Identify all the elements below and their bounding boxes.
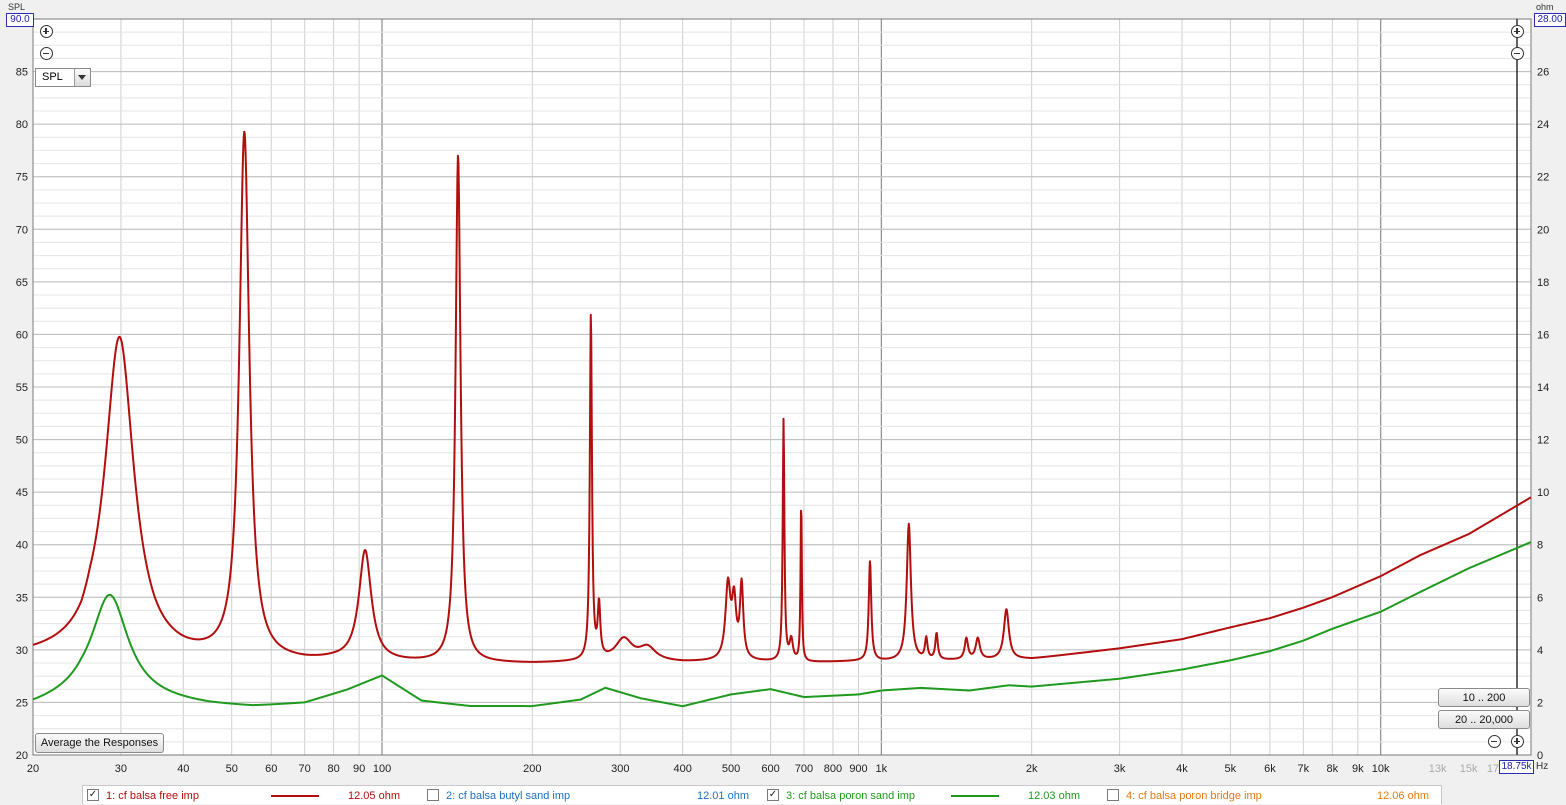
right-tick-label: 24 bbox=[1537, 119, 1549, 131]
measure-select[interactable]: SPL bbox=[35, 68, 91, 87]
legend-series-value: 12.06 ohm bbox=[1377, 790, 1429, 802]
range-20-20000-button[interactable]: 20 .. 20,000 bbox=[1438, 710, 1530, 729]
x-tick-label: 2k bbox=[1026, 763, 1038, 775]
left-tick-label: 80 bbox=[16, 119, 28, 131]
legend-series-name: 3: cf balsa poron sand imp bbox=[786, 790, 916, 802]
left-tick-label: 75 bbox=[16, 172, 28, 184]
left-tick-label: 60 bbox=[16, 329, 28, 341]
impedance-chart[interactable]: 2025303540455055606570758085246810121416… bbox=[0, 0, 1566, 785]
measure-select-value: SPL bbox=[42, 71, 63, 83]
right-tick-label: 8 bbox=[1537, 540, 1543, 552]
range-10-200-button[interactable]: 10 .. 200 bbox=[1438, 688, 1530, 707]
left-axis-label: SPL bbox=[8, 2, 26, 12]
x-tick-label: 13k bbox=[1429, 763, 1447, 775]
x-tick-label: 60 bbox=[265, 763, 277, 775]
right-tick-label: 12 bbox=[1537, 435, 1549, 447]
legend-checkbox[interactable]: ✓ bbox=[87, 789, 99, 801]
left-tick-label: 20 bbox=[16, 750, 28, 762]
right-tick-label: 6 bbox=[1537, 592, 1543, 604]
x-tick-label: 80 bbox=[328, 763, 340, 775]
legend-series-name: 4: cf balsa poron bridge imp bbox=[1126, 790, 1262, 802]
x-tick-label: 700 bbox=[795, 763, 813, 775]
x-tick-label: 1k bbox=[876, 763, 888, 775]
zoom-in-x-icon[interactable] bbox=[1511, 735, 1524, 748]
right-tick-label: 4 bbox=[1537, 645, 1543, 657]
legend-series-name: 2: cf balsa butyl sand imp bbox=[446, 790, 571, 802]
x-tick-label: 40 bbox=[177, 763, 189, 775]
left-top-value[interactable]: 90.0 bbox=[6, 13, 34, 27]
legend-checkbox[interactable] bbox=[427, 789, 439, 801]
left-tick-label: 65 bbox=[16, 277, 28, 289]
legend-checkbox[interactable] bbox=[1107, 789, 1119, 801]
legend-item-1: ✓ 1: cf balsa free imp 12.05 ohm bbox=[83, 786, 423, 805]
x-tick-label: 30 bbox=[115, 763, 127, 775]
x-tick-label: 400 bbox=[673, 763, 691, 775]
x-axis-unit: Hz bbox=[1536, 761, 1549, 772]
zoom-in-right-icon[interactable] bbox=[1511, 25, 1524, 38]
right-tick-label: 14 bbox=[1537, 382, 1549, 394]
x-tick-label: 6k bbox=[1264, 763, 1276, 775]
x-tick-label: 300 bbox=[611, 763, 629, 775]
legend-series-value: 12.01 ohm bbox=[697, 790, 749, 802]
right-tick-label: 20 bbox=[1537, 224, 1549, 236]
x-tick-label: 4k bbox=[1176, 763, 1188, 775]
x-tick-label: 10k bbox=[1372, 763, 1390, 775]
right-tick-label: 26 bbox=[1537, 67, 1549, 79]
zoom-out-x-icon[interactable] bbox=[1488, 735, 1501, 748]
left-tick-label: 35 bbox=[16, 592, 28, 604]
right-axis-label: ohm bbox=[1536, 2, 1554, 12]
x-cursor-value[interactable]: 18.75k bbox=[1499, 760, 1534, 774]
right-tick-label: 2 bbox=[1537, 697, 1543, 709]
right-tick-label: 22 bbox=[1537, 172, 1549, 184]
x-tick-label: 8k bbox=[1326, 763, 1338, 775]
legend-line-swatch bbox=[951, 795, 999, 797]
x-tick-label: 600 bbox=[761, 763, 779, 775]
right-tick-label: 18 bbox=[1537, 277, 1549, 289]
zoom-out-left-icon[interactable] bbox=[40, 47, 53, 60]
legend-series-name: 1: cf balsa free imp bbox=[106, 790, 199, 802]
x-tick-label: 20 bbox=[27, 763, 39, 775]
zoom-in-left-icon[interactable] bbox=[40, 25, 53, 38]
legend: ✓ 1: cf balsa free imp 12.05 ohm 2: cf bals… bbox=[82, 785, 1442, 804]
legend-item-4: 4: cf balsa poron bridge imp 12.06 ohm bbox=[1103, 786, 1443, 805]
x-tick-label: 200 bbox=[523, 763, 541, 775]
left-tick-label: 45 bbox=[16, 487, 28, 499]
x-tick-label: 100 bbox=[373, 763, 391, 775]
zoom-out-right-icon[interactable] bbox=[1511, 47, 1524, 60]
left-tick-label: 70 bbox=[16, 224, 28, 236]
x-tick-label: 3k bbox=[1114, 763, 1126, 775]
x-tick-label: 800 bbox=[824, 763, 842, 775]
legend-checkbox[interactable]: ✓ bbox=[767, 789, 779, 801]
left-tick-label: 55 bbox=[16, 382, 28, 394]
x-tick-label: 9k bbox=[1352, 763, 1364, 775]
x-tick-label: 5k bbox=[1225, 763, 1237, 775]
right-tick-label: 10 bbox=[1537, 487, 1549, 499]
x-tick-label: 500 bbox=[722, 763, 740, 775]
left-tick-label: 30 bbox=[16, 645, 28, 657]
left-tick-label: 40 bbox=[16, 540, 28, 552]
legend-item-2: 2: cf balsa butyl sand imp 12.01 ohm bbox=[423, 786, 763, 805]
x-tick-label: 50 bbox=[226, 763, 238, 775]
chevron-down-icon[interactable] bbox=[74, 69, 90, 86]
right-top-value[interactable]: 28.00 bbox=[1534, 13, 1566, 27]
x-tick-label: 900 bbox=[849, 763, 867, 775]
x-tick-label: 90 bbox=[353, 763, 365, 775]
legend-item-3: ✓ 3: cf balsa poron sand imp 12.03 ohm bbox=[763, 786, 1103, 805]
x-tick-label: 70 bbox=[299, 763, 311, 775]
x-tick-label: 15k bbox=[1460, 763, 1478, 775]
average-responses-button[interactable]: Average the Responses bbox=[35, 733, 164, 753]
right-tick-label: 16 bbox=[1537, 329, 1549, 341]
x-tick-label: 7k bbox=[1298, 763, 1310, 775]
left-tick-label: 85 bbox=[16, 67, 28, 79]
left-tick-label: 50 bbox=[16, 435, 28, 447]
legend-line-swatch bbox=[271, 795, 319, 797]
legend-series-value: 12.05 ohm bbox=[348, 790, 400, 802]
legend-series-value: 12.03 ohm bbox=[1028, 790, 1080, 802]
left-tick-label: 25 bbox=[16, 697, 28, 709]
